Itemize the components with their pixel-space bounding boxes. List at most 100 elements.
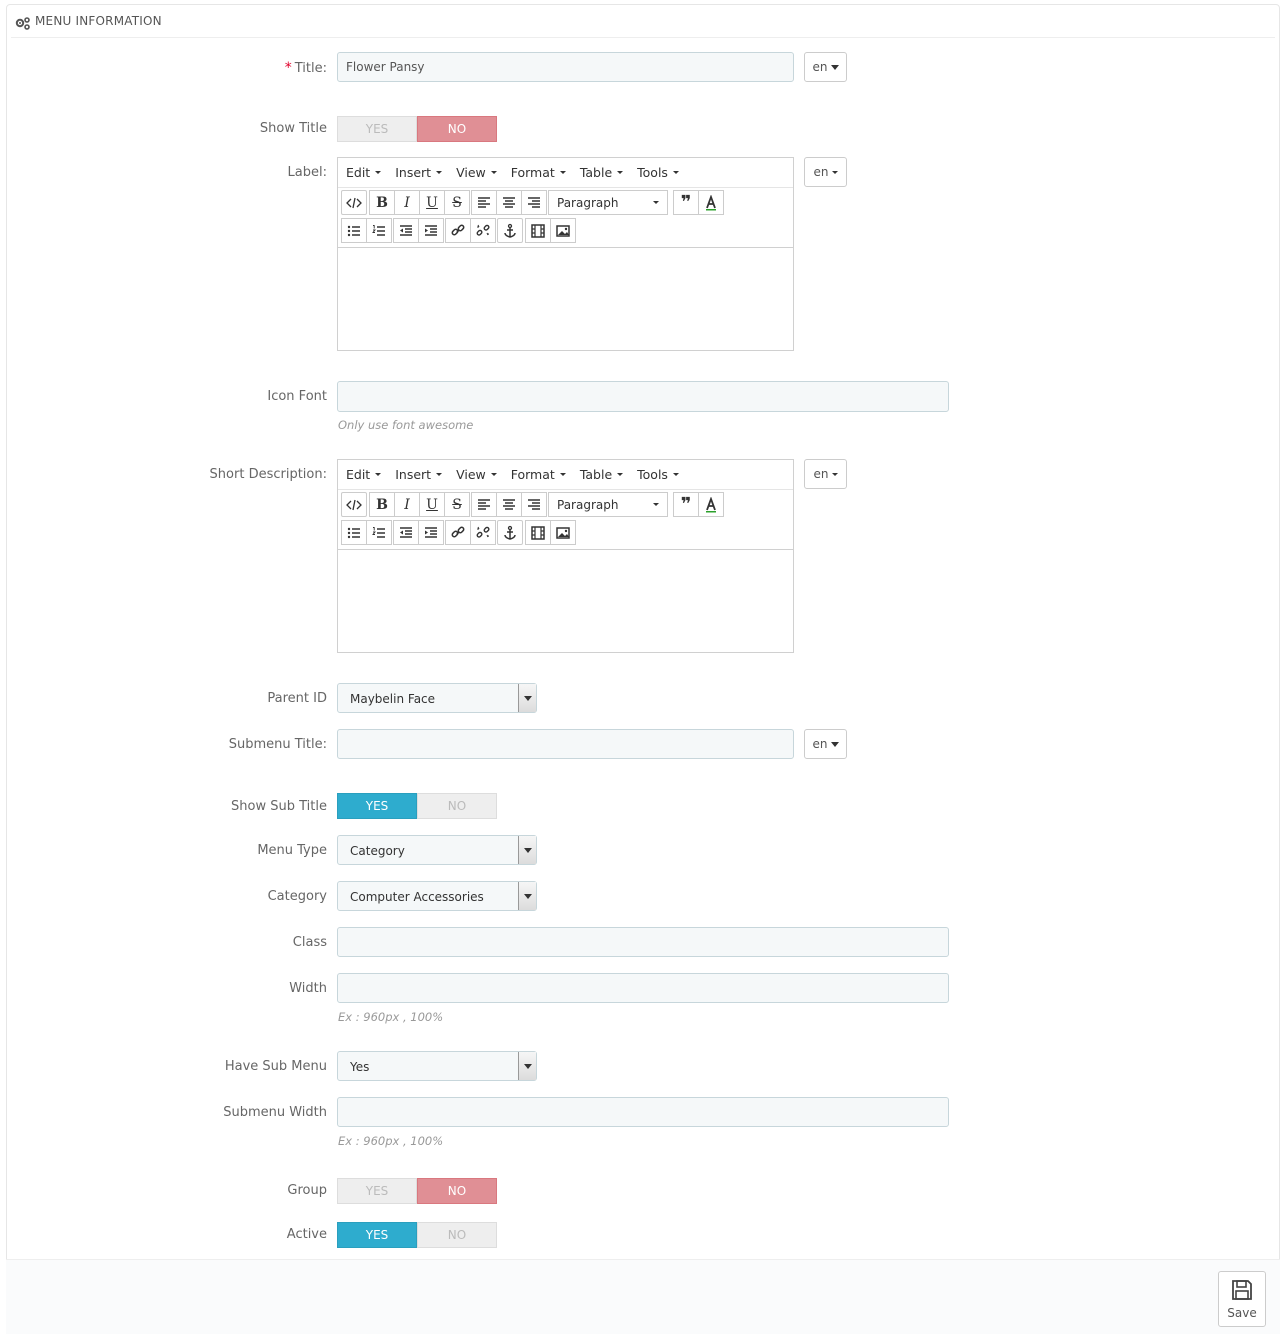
source-code-icon[interactable] <box>341 492 367 517</box>
menu-table[interactable]: Table <box>580 165 624 180</box>
show-sub-title-yes[interactable]: YES <box>337 793 417 819</box>
editor-toolbar-row1: B I U S Paragraph ❞ <box>341 492 724 518</box>
link-icon[interactable] <box>445 520 471 545</box>
menu-tools[interactable]: Tools <box>637 165 679 180</box>
title-input[interactable]: Flower Pansy <box>337 52 794 82</box>
anchor-icon[interactable] <box>497 218 523 243</box>
group-no[interactable]: NO <box>417 1178 497 1204</box>
menu-format[interactable]: Format <box>511 165 566 180</box>
have-sub-menu-value: Yes <box>350 1060 370 1074</box>
menu-view[interactable]: View <box>456 165 497 180</box>
block-format-select[interactable]: Paragraph <box>548 492 668 517</box>
show-title-switch[interactable]: YES NO <box>337 116 497 142</box>
menu-type-select[interactable]: Category <box>337 835 537 865</box>
menu-insert[interactable]: Insert <box>395 165 443 180</box>
strikethrough-icon[interactable]: S <box>444 190 470 215</box>
caret-down-icon <box>559 473 566 476</box>
menu-insert[interactable]: Insert <box>395 467 443 482</box>
group-label: Group <box>287 1183 327 1198</box>
title-lang-dropdown[interactable]: en <box>804 52 847 82</box>
caret-down-icon <box>831 170 838 174</box>
class-input[interactable] <box>337 927 949 957</box>
short-description-editor-content[interactable] <box>338 549 793 652</box>
underline-icon[interactable]: U <box>419 190 445 215</box>
underline-icon[interactable]: U <box>419 492 445 517</box>
caret-down-icon <box>672 473 679 476</box>
bullet-list-icon[interactable] <box>341 218 367 243</box>
align-center-icon[interactable] <box>496 190 522 215</box>
unlink-icon[interactable] <box>470 520 496 545</box>
submenu-width-help: Ex : 960px , 100% <box>338 1134 444 1148</box>
label-lang-dropdown[interactable]: en <box>804 157 847 187</box>
floppy-disk-icon <box>1232 1280 1252 1300</box>
short-description-lang-dropdown[interactable]: en <box>804 459 847 489</box>
submenu-title-lang-dropdown[interactable]: en <box>804 729 847 759</box>
media-icon[interactable] <box>525 520 551 545</box>
align-left-icon[interactable] <box>471 492 497 517</box>
caret-down-icon <box>830 64 839 70</box>
menu-edit[interactable]: Edit <box>346 467 382 482</box>
submenu-title-input[interactable] <box>337 729 794 759</box>
label-editor[interactable]: Edit Insert View Format Table Tools B I … <box>337 157 794 351</box>
label-label: Label: <box>287 165 327 180</box>
align-center-icon[interactable] <box>496 492 522 517</box>
icon-font-input[interactable] <box>337 381 949 412</box>
active-no[interactable]: NO <box>417 1222 497 1248</box>
show-sub-title-switch[interactable]: YES NO <box>337 793 497 819</box>
link-icon[interactable] <box>445 218 471 243</box>
numbered-list-icon[interactable] <box>366 520 392 545</box>
blockquote-icon[interactable]: ❞ <box>673 190 699 215</box>
group-yes[interactable]: YES <box>337 1178 417 1204</box>
italic-icon[interactable]: I <box>394 492 420 517</box>
outdent-icon[interactable] <box>393 218 419 243</box>
text-color-icon[interactable] <box>698 190 724 215</box>
show-title-no[interactable]: NO <box>417 116 497 142</box>
text-color-icon[interactable] <box>698 492 724 517</box>
parent-id-select[interactable]: Maybelin Face <box>337 683 537 713</box>
source-code-icon[interactable] <box>341 190 367 215</box>
unlink-icon[interactable] <box>470 218 496 243</box>
align-right-icon[interactable] <box>521 190 547 215</box>
italic-icon[interactable]: I <box>394 190 420 215</box>
lang-code: en <box>813 467 829 481</box>
menu-format[interactable]: Format <box>511 467 566 482</box>
indent-icon[interactable] <box>418 520 444 545</box>
show-sub-title-no[interactable]: NO <box>417 793 497 819</box>
caret-down-icon <box>617 473 624 476</box>
align-right-icon[interactable] <box>521 492 547 517</box>
outdent-icon[interactable] <box>393 520 419 545</box>
menu-tools[interactable]: Tools <box>637 467 679 482</box>
caret-down-icon <box>436 473 443 476</box>
have-sub-menu-select[interactable]: Yes <box>337 1051 537 1081</box>
image-icon[interactable] <box>550 218 576 243</box>
lang-code: en <box>812 60 828 74</box>
category-label: Category <box>267 889 327 904</box>
active-yes[interactable]: YES <box>337 1222 417 1248</box>
strikethrough-icon[interactable]: S <box>444 492 470 517</box>
width-input[interactable] <box>337 973 949 1003</box>
menu-view[interactable]: View <box>456 467 497 482</box>
anchor-icon[interactable] <box>497 520 523 545</box>
blockquote-icon[interactable]: ❞ <box>673 492 699 517</box>
bold-icon[interactable]: B <box>369 190 395 215</box>
active-switch[interactable]: YES NO <box>337 1222 497 1248</box>
select-arrow-icon <box>518 882 536 910</box>
short-description-editor[interactable]: Edit Insert View Format Table Tools B I … <box>337 459 794 653</box>
block-format-select[interactable]: Paragraph <box>548 190 668 215</box>
indent-icon[interactable] <box>418 218 444 243</box>
gears-icon <box>15 15 31 30</box>
label-editor-content[interactable] <box>338 247 793 350</box>
numbered-list-icon[interactable] <box>366 218 392 243</box>
save-button[interactable]: Save <box>1218 1271 1266 1327</box>
category-select[interactable]: Computer Accessories <box>337 881 537 911</box>
submenu-width-input[interactable] <box>337 1097 949 1127</box>
group-switch[interactable]: YES NO <box>337 1178 497 1204</box>
menu-table[interactable]: Table <box>580 467 624 482</box>
bullet-list-icon[interactable] <box>341 520 367 545</box>
align-left-icon[interactable] <box>471 190 497 215</box>
image-icon[interactable] <box>550 520 576 545</box>
media-icon[interactable] <box>525 218 551 243</box>
menu-edit[interactable]: Edit <box>346 165 382 180</box>
bold-icon[interactable]: B <box>369 492 395 517</box>
show-title-yes[interactable]: YES <box>337 116 417 142</box>
